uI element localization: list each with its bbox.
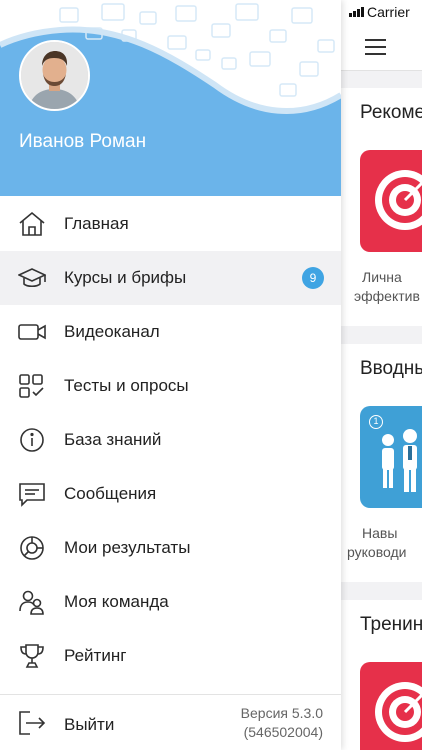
course-card[interactable] bbox=[360, 150, 422, 252]
menu-item-my-results[interactable]: Мои результаты bbox=[0, 521, 341, 575]
menu-label: Мои результаты bbox=[64, 538, 191, 557]
menu-label: Видеоканал bbox=[64, 322, 160, 341]
courses-count-badge: 9 bbox=[302, 267, 324, 289]
logout-icon bbox=[19, 711, 46, 735]
menu-label: База знаний bbox=[64, 430, 162, 449]
section-title: Рекоме bbox=[360, 102, 422, 123]
course-card[interactable]: 1 bbox=[360, 406, 422, 508]
card-caption: Навы руководи bbox=[347, 525, 407, 560]
card-caption: Лична эффектив bbox=[354, 269, 420, 304]
section-title: Вводны bbox=[360, 358, 422, 379]
graduation-cap-icon bbox=[18, 268, 46, 288]
trophy-icon bbox=[20, 644, 44, 668]
results-chart-icon bbox=[20, 536, 44, 560]
menu-label: Моя команда bbox=[64, 592, 169, 611]
menu-item-tests[interactable]: Тесты и опросы bbox=[0, 359, 341, 413]
logout-button[interactable]: Выйти bbox=[0, 695, 200, 750]
section-recommended: Рекоме Лична эффектив bbox=[341, 88, 422, 326]
section-intro: Вводны 1 Навы руководи bbox=[341, 344, 422, 582]
menu-label: Главная bbox=[64, 214, 129, 233]
version-number: Версия 5.3.0 bbox=[240, 705, 323, 721]
build-number: (546502004) bbox=[243, 724, 323, 740]
logout-label: Выйти bbox=[64, 715, 115, 734]
hamburger-menu-icon[interactable] bbox=[365, 39, 386, 55]
menu-item-rating[interactable]: Рейтинг bbox=[0, 629, 341, 683]
target-icon bbox=[375, 682, 422, 742]
menu-item-home[interactable]: Главная bbox=[0, 197, 341, 251]
course-card[interactable] bbox=[360, 662, 422, 750]
card-number: 1 bbox=[369, 415, 383, 429]
menu-item-knowledge-base[interactable]: База знаний bbox=[0, 413, 341, 467]
top-bar bbox=[341, 24, 422, 71]
video-camera-icon bbox=[18, 324, 46, 340]
menu-item-my-team[interactable]: Моя команда bbox=[0, 575, 341, 629]
avatar-photo bbox=[21, 42, 88, 109]
signal-icon bbox=[349, 7, 364, 17]
navigation-drawer: Иванов Роман Главная Курсы и брифы 9 Вид… bbox=[0, 0, 341, 750]
menu-label: Тесты и опросы bbox=[64, 376, 189, 395]
background-screen: Carrier Рекоме Лична эффектив Вводны 1 Н… bbox=[341, 0, 422, 750]
app-version: Версия 5.3.0 (546502004) bbox=[241, 704, 323, 742]
drawer-header: Иванов Роман bbox=[0, 0, 341, 196]
menu-label: Сообщения bbox=[64, 484, 157, 503]
status-bar: Carrier bbox=[341, 0, 422, 24]
drawer-footer: Выйти Версия 5.3.0 (546502004) bbox=[0, 694, 341, 750]
menu-item-messages[interactable]: Сообщения bbox=[0, 467, 341, 521]
avatar[interactable] bbox=[19, 40, 90, 111]
tests-grid-icon bbox=[19, 374, 44, 398]
section-trainings: Тренин bbox=[341, 600, 422, 750]
team-icon bbox=[19, 590, 44, 615]
menu-label: Рейтинг bbox=[64, 646, 127, 665]
carrier-label: Carrier bbox=[367, 4, 410, 20]
user-name: Иванов Роман bbox=[19, 131, 147, 152]
section-title: Тренин bbox=[360, 614, 422, 635]
menu-item-courses[interactable]: Курсы и брифы 9 bbox=[0, 251, 341, 305]
drawer-menu: Главная Курсы и брифы 9 Видеоканал Тесты… bbox=[0, 197, 341, 683]
home-icon bbox=[19, 211, 45, 236]
info-icon bbox=[20, 428, 44, 452]
message-icon bbox=[19, 483, 45, 507]
menu-label: Курсы и брифы bbox=[64, 268, 187, 287]
target-icon bbox=[375, 170, 422, 230]
menu-item-video-channel[interactable]: Видеоканал bbox=[0, 305, 341, 359]
